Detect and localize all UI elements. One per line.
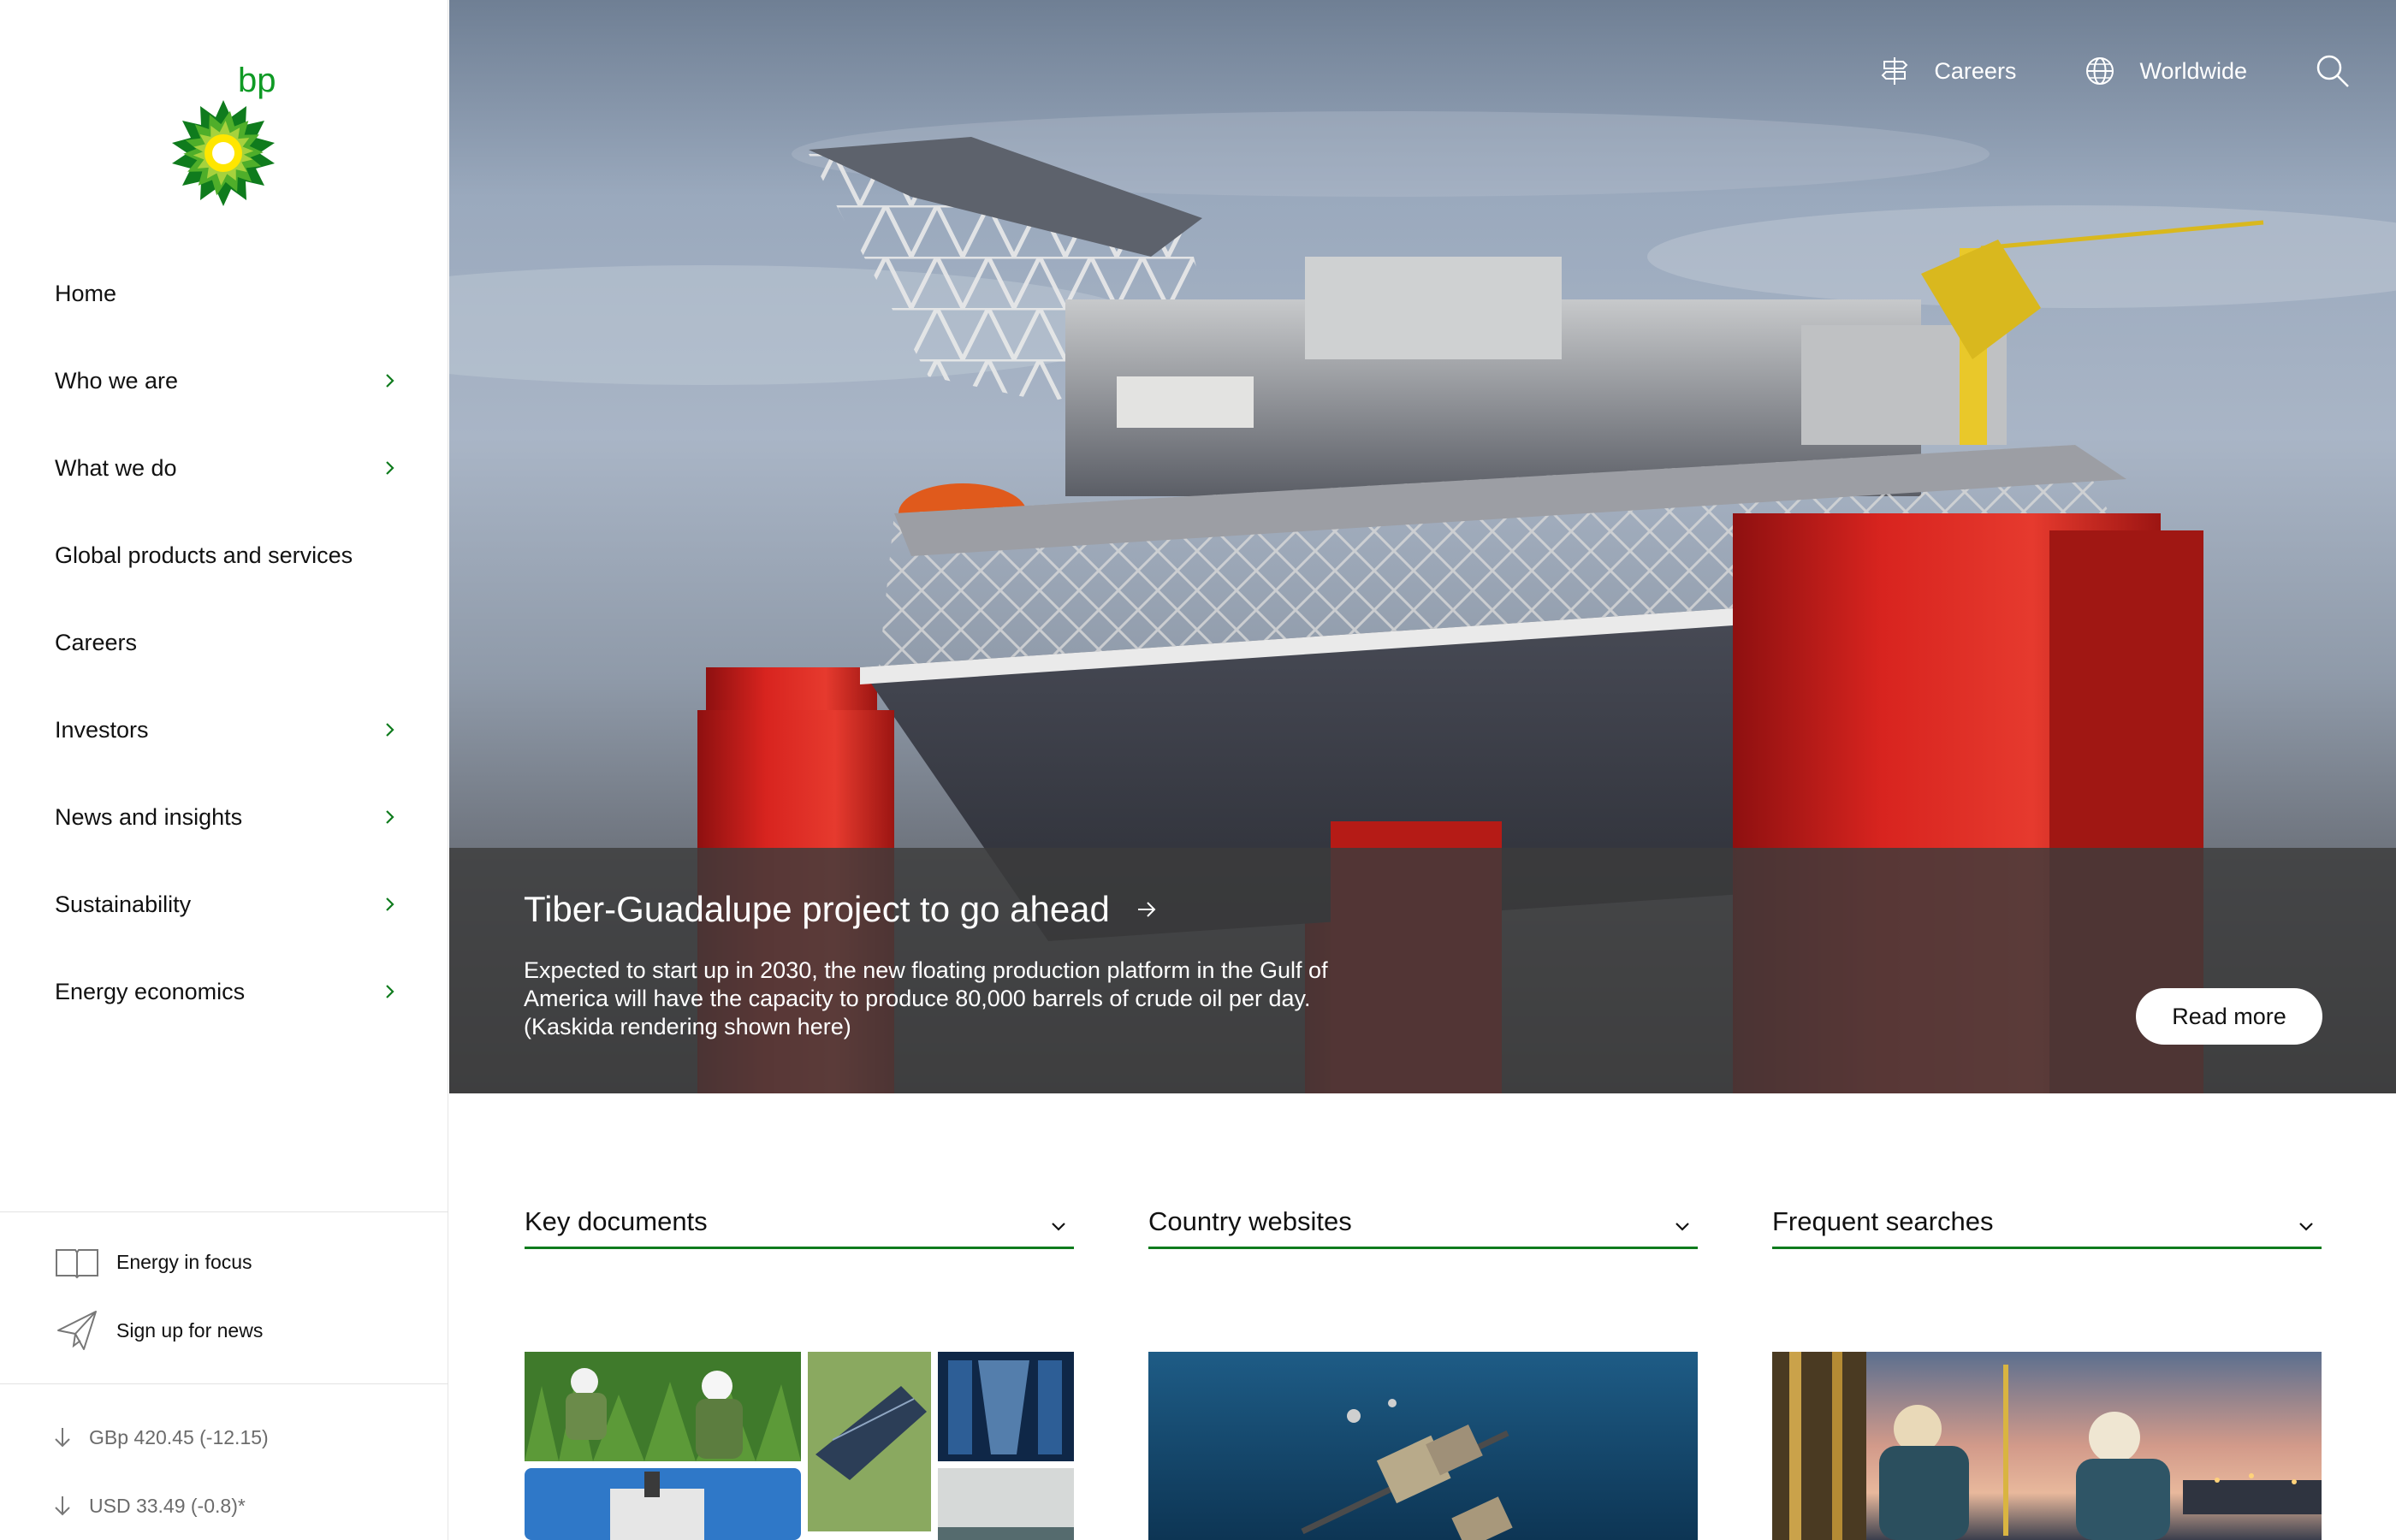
stock-usd-value: USD 33.49 (-0.8)* [89, 1494, 246, 1517]
nav-item-label: Global products and services [55, 542, 353, 568]
sidebar: bp Home Who we are What we do Global pro… [0, 0, 448, 1540]
nav-item-investors[interactable]: Investors [0, 686, 448, 773]
sign-up-for-news-link[interactable]: Sign up for news [0, 1296, 448, 1365]
utility-topbar: Careers Worldwide [1879, 43, 2396, 99]
stock-gbp: GBp 420.45 (-12.15) [0, 1403, 448, 1472]
read-more-button[interactable]: Read more [2136, 988, 2322, 1045]
paper-plane-icon [55, 1310, 99, 1351]
nav-item-label: Careers [55, 629, 138, 655]
dropdown-label: Frequent searches [1772, 1206, 1994, 1236]
main-nav: Home Who we are What we do Global produc… [0, 250, 448, 1035]
chevron-right-icon [386, 897, 394, 911]
nav-item-label: What we do [55, 454, 177, 481]
nav-item-label: Sustainability [55, 891, 192, 917]
refinery-workers-image [1772, 1352, 2322, 1540]
book-icon [55, 1241, 99, 1282]
worldwide-label: Worldwide [2139, 57, 2247, 84]
signpost-icon [1881, 57, 1908, 85]
nav-item-label: News and insights [55, 803, 243, 830]
dropdown-label: Key documents [525, 1206, 708, 1236]
energy-in-focus-link[interactable]: Energy in focus [0, 1228, 448, 1296]
card-image-collage[interactable] [525, 1352, 1074, 1540]
chevron-right-icon [386, 985, 394, 998]
nav-item-global-products[interactable]: Global products and services [0, 512, 448, 599]
hero-caption: Tiber-Guadalupe project to go ahead Expe… [449, 848, 2396, 1093]
chevron-right-icon [386, 374, 394, 388]
nav-item-energy-economics[interactable]: Energy economics [0, 948, 448, 1035]
nav-item-label: Who we are [55, 367, 179, 394]
svg-text:bp: bp [238, 63, 276, 99]
card-refinery-workers[interactable] [1772, 1352, 2322, 1540]
stock-gbp-value: GBp 420.45 (-12.15) [89, 1425, 269, 1448]
energy-in-focus-label: Energy in focus [116, 1250, 252, 1273]
offshore-aerial-image [1148, 1352, 1698, 1540]
frequent-searches-dropdown[interactable]: Frequent searches [1772, 1196, 2322, 1249]
search-icon[interactable] [2316, 54, 2350, 88]
country-websites-dropdown[interactable]: Country websites [1148, 1196, 1698, 1249]
nav-item-who-we-are[interactable]: Who we are [0, 337, 448, 424]
nav-item-sustainability[interactable]: Sustainability [0, 861, 448, 948]
chevron-down-icon [2299, 1223, 2313, 1231]
bp-logo[interactable]: bp [168, 62, 279, 209]
sidebar-footer: Energy in focus Sign up for news GBp 420… [0, 1211, 448, 1540]
globe-icon [2086, 57, 2114, 85]
chevron-right-icon [386, 461, 394, 475]
nav-item-label: Energy economics [55, 978, 246, 1004]
sign-up-for-news-label: Sign up for news [116, 1318, 264, 1342]
worldwide-link[interactable]: Worldwide [2085, 56, 2247, 86]
photo-collage [525, 1352, 1074, 1540]
chevron-right-icon [386, 723, 394, 737]
careers-label: Careers [1934, 57, 2017, 84]
nav-item-label: Investors [55, 716, 149, 743]
arrow-down-icon [55, 1496, 70, 1516]
dropdown-label: Country websites [1148, 1206, 1352, 1236]
stock-usd: USD 33.49 (-0.8)* [0, 1472, 448, 1540]
chevron-right-icon [386, 810, 394, 824]
key-documents-dropdown[interactable]: Key documents [525, 1196, 1074, 1249]
hero-banner: Careers Worldwide Tiber-Guadalupe projec… [449, 0, 2396, 1093]
nav-item-news-and-insights[interactable]: News and insights [0, 773, 448, 861]
hero-title: Tiber-Guadalupe project to go ahead [524, 889, 1110, 929]
hero-title-link[interactable]: Tiber-Guadalupe project to go ahead [524, 889, 1158, 930]
hero-description: Expected to start up in 2030, the new fl… [524, 957, 1328, 1040]
nav-item-what-we-do[interactable]: What we do [0, 424, 448, 512]
share-price-panel: GBp 420.45 (-12.15) USD 33.49 (-0.8)* [0, 1383, 448, 1540]
arrow-down-icon [55, 1428, 70, 1448]
nav-item-label: Home [55, 280, 117, 306]
chevron-down-icon [1052, 1223, 1065, 1231]
helios-logo-icon: bp [172, 62, 276, 206]
chevron-down-icon [1675, 1223, 1689, 1231]
nav-item-home[interactable]: Home [0, 250, 448, 337]
arrow-right-icon [1137, 902, 1156, 917]
nav-item-careers[interactable]: Careers [0, 599, 448, 686]
card-offshore-aerial[interactable] [1148, 1352, 1698, 1540]
careers-link[interactable]: Careers [1879, 56, 2016, 86]
